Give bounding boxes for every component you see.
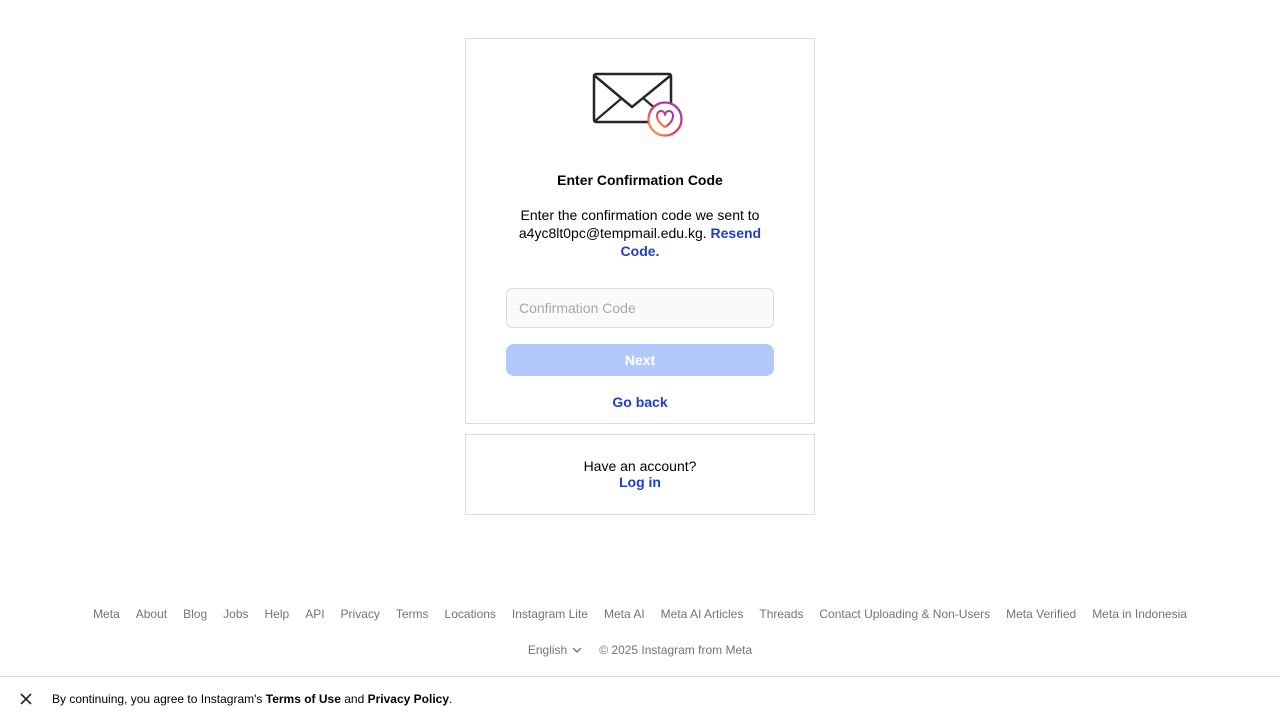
have-account-text: Have an account? [583,458,697,474]
consent-prefix: By continuing, you agree to Instagram's [52,691,263,706]
footer-link-jobs[interactable]: Jobs [223,606,248,622]
footer-link-meta-ai-articles[interactable]: Meta AI Articles [661,606,744,622]
footer-link-instagram-lite[interactable]: Instagram Lite [512,606,588,622]
login-link[interactable]: Log in [619,475,661,490]
language-selector[interactable]: English [528,642,583,658]
footer-link-contact-uploading[interactable]: Contact Uploading & Non-Users [819,606,990,622]
page-title: Enter Confirmation Code [557,172,723,188]
login-card: Have an account? Log in [465,434,815,515]
signup-confirmation-page: Enter Confirmation Code Enter the confir… [0,0,1280,720]
consent-text: By continuing, you agree to Instagram's … [52,692,452,706]
copyright-text: © 2025 Instagram from Meta [599,643,753,657]
footer-link-meta-in-indonesia[interactable]: Meta in Indonesia [1092,606,1187,622]
privacy-policy-link[interactable]: Privacy Policy [368,692,449,706]
terms-of-use-link[interactable]: Terms of Use [266,692,341,706]
footer-link-help[interactable]: Help [265,606,290,622]
footer-link-blog[interactable]: Blog [183,606,207,622]
footer-link-about[interactable]: About [136,606,167,622]
footer-link-privacy[interactable]: Privacy [341,606,380,622]
consent-banner: By continuing, you agree to Instagram's … [0,676,1280,720]
mail-illustration [592,71,688,141]
chevron-down-icon [572,647,582,653]
confirmation-card: Enter Confirmation Code Enter the confir… [465,38,815,424]
confirmation-description: Enter the confirmation code we sent to a… [510,206,770,260]
footer-links: Meta About Blog Jobs Help API Privacy Te… [0,606,1280,622]
footer-link-api[interactable]: API [305,606,324,622]
footer-link-meta[interactable]: Meta [93,606,120,622]
confirmation-code-input[interactable] [506,288,774,328]
envelope-icon [592,72,683,137]
close-icon [20,692,32,705]
next-button[interactable]: Next [506,344,774,376]
footer-link-meta-verified[interactable]: Meta Verified [1006,606,1076,622]
consent-and: and [344,691,365,706]
footer-link-meta-ai[interactable]: Meta AI [604,606,645,622]
go-back-link[interactable]: Go back [612,393,667,411]
language-label: English [527,643,568,657]
footer-link-locations[interactable]: Locations [445,606,496,622]
consent-suffix: . [449,691,453,706]
footer-meta: English © 2025 Instagram from Meta [0,642,1280,658]
close-consent-button[interactable] [0,692,52,705]
footer-link-terms[interactable]: Terms [396,606,429,622]
footer-link-threads[interactable]: Threads [759,606,803,622]
